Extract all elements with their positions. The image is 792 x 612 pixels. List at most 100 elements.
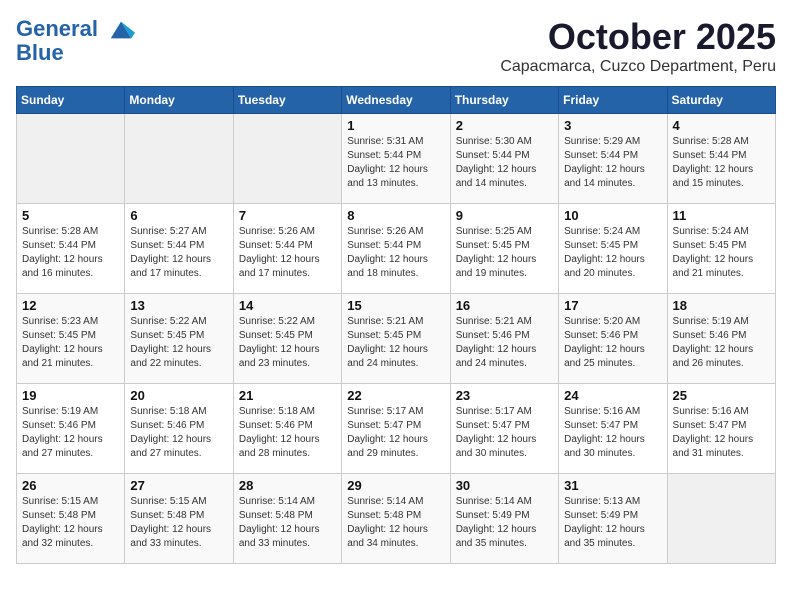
day-info: Sunrise: 5:29 AMSunset: 5:44 PMDaylight:… bbox=[564, 135, 661, 191]
calendar-cell: 6Sunrise: 5:27 AMSunset: 5:44 PMDaylight… bbox=[125, 204, 233, 294]
day-info: Sunrise: 5:25 AMSunset: 5:45 PMDaylight:… bbox=[456, 225, 553, 281]
day-number: 24 bbox=[564, 388, 661, 403]
calendar-table: SundayMondayTuesdayWednesdayThursdayFrid… bbox=[16, 86, 776, 564]
calendar-cell bbox=[125, 114, 233, 204]
day-info: Sunrise: 5:17 AMSunset: 5:47 PMDaylight:… bbox=[347, 405, 444, 461]
calendar-cell: 13 Sunrise: 5:22 AMSunset: 5:45 PMDayligh… bbox=[125, 294, 233, 384]
day-info: Sunrise: 5:28 AMSunset: 5:44 PMDaylight:… bbox=[673, 135, 770, 191]
location-text: Capacmarca, Cuzco Department, Peru bbox=[500, 58, 776, 76]
calendar-cell: 15Sunrise: 5:21 AMSunset: 5:45 PMDayligh… bbox=[342, 294, 450, 384]
weekday-header-row: SundayMondayTuesdayWednesdayThursdayFrid… bbox=[17, 87, 776, 114]
day-number: 16 bbox=[456, 298, 553, 313]
calendar-cell bbox=[667, 474, 775, 564]
day-number: 27 bbox=[130, 478, 227, 493]
day-info: Sunrise: 5:14 AMSunset: 5:48 PMDaylight:… bbox=[239, 495, 336, 551]
day-number: 11 bbox=[673, 208, 770, 223]
calendar-cell: 1Sunrise: 5:31 AMSunset: 5:44 PMDaylight… bbox=[342, 114, 450, 204]
calendar-cell: 19 Sunrise: 5:19 AMSunset: 5:46 PMDayligh… bbox=[17, 384, 125, 474]
calendar-cell: 10 Sunrise: 5:24 AMSunset: 5:45 PMDayligh… bbox=[559, 204, 667, 294]
calendar-cell: 17 Sunrise: 5:20 AMSunset: 5:46 PMDayligh… bbox=[559, 294, 667, 384]
day-number: 30 bbox=[456, 478, 553, 493]
calendar-cell: 21 Sunrise: 5:18 AMSunset: 5:46 PMDayligh… bbox=[233, 384, 341, 474]
day-info: Sunrise: 5:31 AMSunset: 5:44 PMDaylight:… bbox=[347, 135, 444, 191]
day-info: Sunrise: 5:22 AMSunset: 5:45 PMDaylight:… bbox=[130, 315, 227, 371]
calendar-cell: 28 Sunrise: 5:14 AMSunset: 5:48 PMDayligh… bbox=[233, 474, 341, 564]
day-info: Sunrise: 5:16 AMSunset: 5:47 PMDaylight:… bbox=[673, 405, 770, 461]
calendar-week-4: 19 Sunrise: 5:19 AMSunset: 5:46 PMDayligh… bbox=[17, 384, 776, 474]
day-info: Sunrise: 5:14 AMSunset: 5:49 PMDaylight:… bbox=[456, 495, 553, 551]
day-info: Sunrise: 5:18 AMSunset: 5:46 PMDaylight:… bbox=[130, 405, 227, 461]
calendar-cell: 27 Sunrise: 5:15 AMSunset: 5:48 PMDayligh… bbox=[125, 474, 233, 564]
calendar-cell bbox=[233, 114, 341, 204]
calendar-week-1: 1Sunrise: 5:31 AMSunset: 5:44 PMDaylight… bbox=[17, 114, 776, 204]
day-number: 4 bbox=[673, 118, 770, 133]
calendar-cell: 25 Sunrise: 5:16 AMSunset: 5:47 PMDayligh… bbox=[667, 384, 775, 474]
day-info: Sunrise: 5:26 AMSunset: 5:44 PMDaylight:… bbox=[347, 225, 444, 281]
day-number: 8 bbox=[347, 208, 444, 223]
day-info: Sunrise: 5:17 AMSunset: 5:47 PMDaylight:… bbox=[456, 405, 553, 461]
day-info: Sunrise: 5:19 AMSunset: 5:46 PMDaylight:… bbox=[673, 315, 770, 371]
title-block: October 2025 Capacmarca, Cuzco Departmen… bbox=[500, 16, 776, 76]
day-number: 26 bbox=[22, 478, 119, 493]
day-number: 3 bbox=[564, 118, 661, 133]
calendar-cell: 26 Sunrise: 5:15 AMSunset: 5:48 PMDayligh… bbox=[17, 474, 125, 564]
weekday-header-monday: Monday bbox=[125, 87, 233, 114]
day-info: Sunrise: 5:24 AMSunset: 5:45 PMDaylight:… bbox=[564, 225, 661, 281]
day-info: Sunrise: 5:21 AMSunset: 5:46 PMDaylight:… bbox=[456, 315, 553, 371]
month-title: October 2025 bbox=[500, 16, 776, 58]
calendar-cell: 7 Sunrise: 5:26 AMSunset: 5:44 PMDaylight… bbox=[233, 204, 341, 294]
calendar-cell: 30 Sunrise: 5:14 AMSunset: 5:49 PMDayligh… bbox=[450, 474, 558, 564]
day-info: Sunrise: 5:16 AMSunset: 5:47 PMDaylight:… bbox=[564, 405, 661, 461]
day-info: Sunrise: 5:20 AMSunset: 5:46 PMDaylight:… bbox=[564, 315, 661, 371]
day-number: 10 bbox=[564, 208, 661, 223]
calendar-cell: 24 Sunrise: 5:16 AMSunset: 5:47 PMDayligh… bbox=[559, 384, 667, 474]
calendar-cell: 3 Sunrise: 5:29 AMSunset: 5:44 PMDaylight… bbox=[559, 114, 667, 204]
day-info: Sunrise: 5:27 AMSunset: 5:44 PMDaylight:… bbox=[130, 225, 227, 281]
weekday-header-friday: Friday bbox=[559, 87, 667, 114]
day-number: 23 bbox=[456, 388, 553, 403]
day-info: Sunrise: 5:13 AMSunset: 5:49 PMDaylight:… bbox=[564, 495, 661, 551]
calendar-week-2: 5 Sunrise: 5:28 AMSunset: 5:44 PMDaylight… bbox=[17, 204, 776, 294]
day-number: 19 bbox=[22, 388, 119, 403]
day-number: 21 bbox=[239, 388, 336, 403]
calendar-cell: 9Sunrise: 5:25 AMSunset: 5:45 PMDaylight… bbox=[450, 204, 558, 294]
day-number: 5 bbox=[22, 208, 119, 223]
day-info: Sunrise: 5:24 AMSunset: 5:45 PMDaylight:… bbox=[673, 225, 770, 281]
calendar-cell: 5 Sunrise: 5:28 AMSunset: 5:44 PMDaylight… bbox=[17, 204, 125, 294]
calendar-week-5: 26 Sunrise: 5:15 AMSunset: 5:48 PMDayligh… bbox=[17, 474, 776, 564]
day-number: 20 bbox=[130, 388, 227, 403]
day-info: Sunrise: 5:15 AMSunset: 5:48 PMDaylight:… bbox=[22, 495, 119, 551]
day-info: Sunrise: 5:14 AMSunset: 5:48 PMDaylight:… bbox=[347, 495, 444, 551]
day-info: Sunrise: 5:18 AMSunset: 5:46 PMDaylight:… bbox=[239, 405, 336, 461]
day-info: Sunrise: 5:28 AMSunset: 5:44 PMDaylight:… bbox=[22, 225, 119, 281]
calendar-cell bbox=[17, 114, 125, 204]
day-info: Sunrise: 5:26 AMSunset: 5:44 PMDaylight:… bbox=[239, 225, 336, 281]
calendar-cell: 20 Sunrise: 5:18 AMSunset: 5:46 PMDayligh… bbox=[125, 384, 233, 474]
day-info: Sunrise: 5:15 AMSunset: 5:48 PMDaylight:… bbox=[130, 495, 227, 551]
day-number: 31 bbox=[564, 478, 661, 493]
day-number: 25 bbox=[673, 388, 770, 403]
weekday-header-wednesday: Wednesday bbox=[342, 87, 450, 114]
calendar-cell: 16 Sunrise: 5:21 AMSunset: 5:46 PMDayligh… bbox=[450, 294, 558, 384]
day-number: 18 bbox=[673, 298, 770, 313]
day-info: Sunrise: 5:21 AMSunset: 5:45 PMDaylight:… bbox=[347, 315, 444, 371]
day-number: 12 bbox=[22, 298, 119, 313]
day-info: Sunrise: 5:22 AMSunset: 5:45 PMDaylight:… bbox=[239, 315, 336, 371]
calendar-cell: 18 Sunrise: 5:19 AMSunset: 5:46 PMDayligh… bbox=[667, 294, 775, 384]
calendar-cell: 11 Sunrise: 5:24 AMSunset: 5:45 PMDayligh… bbox=[667, 204, 775, 294]
day-number: 7 bbox=[239, 208, 336, 223]
day-number: 28 bbox=[239, 478, 336, 493]
page-header: General Blue October 2025 Capacmarca, Cu… bbox=[16, 16, 776, 76]
calendar-cell: 8 Sunrise: 5:26 AMSunset: 5:44 PMDaylight… bbox=[342, 204, 450, 294]
logo-icon bbox=[107, 16, 135, 44]
day-info: Sunrise: 5:19 AMSunset: 5:46 PMDaylight:… bbox=[22, 405, 119, 461]
day-number: 14 bbox=[239, 298, 336, 313]
day-number: 17 bbox=[564, 298, 661, 313]
day-number: 13 bbox=[130, 298, 227, 313]
weekday-header-sunday: Sunday bbox=[17, 87, 125, 114]
day-number: 29 bbox=[347, 478, 444, 493]
calendar-week-3: 12Sunrise: 5:23 AMSunset: 5:45 PMDayligh… bbox=[17, 294, 776, 384]
day-number: 2 bbox=[456, 118, 553, 133]
weekday-header-saturday: Saturday bbox=[667, 87, 775, 114]
calendar-cell: 4 Sunrise: 5:28 AMSunset: 5:44 PMDaylight… bbox=[667, 114, 775, 204]
